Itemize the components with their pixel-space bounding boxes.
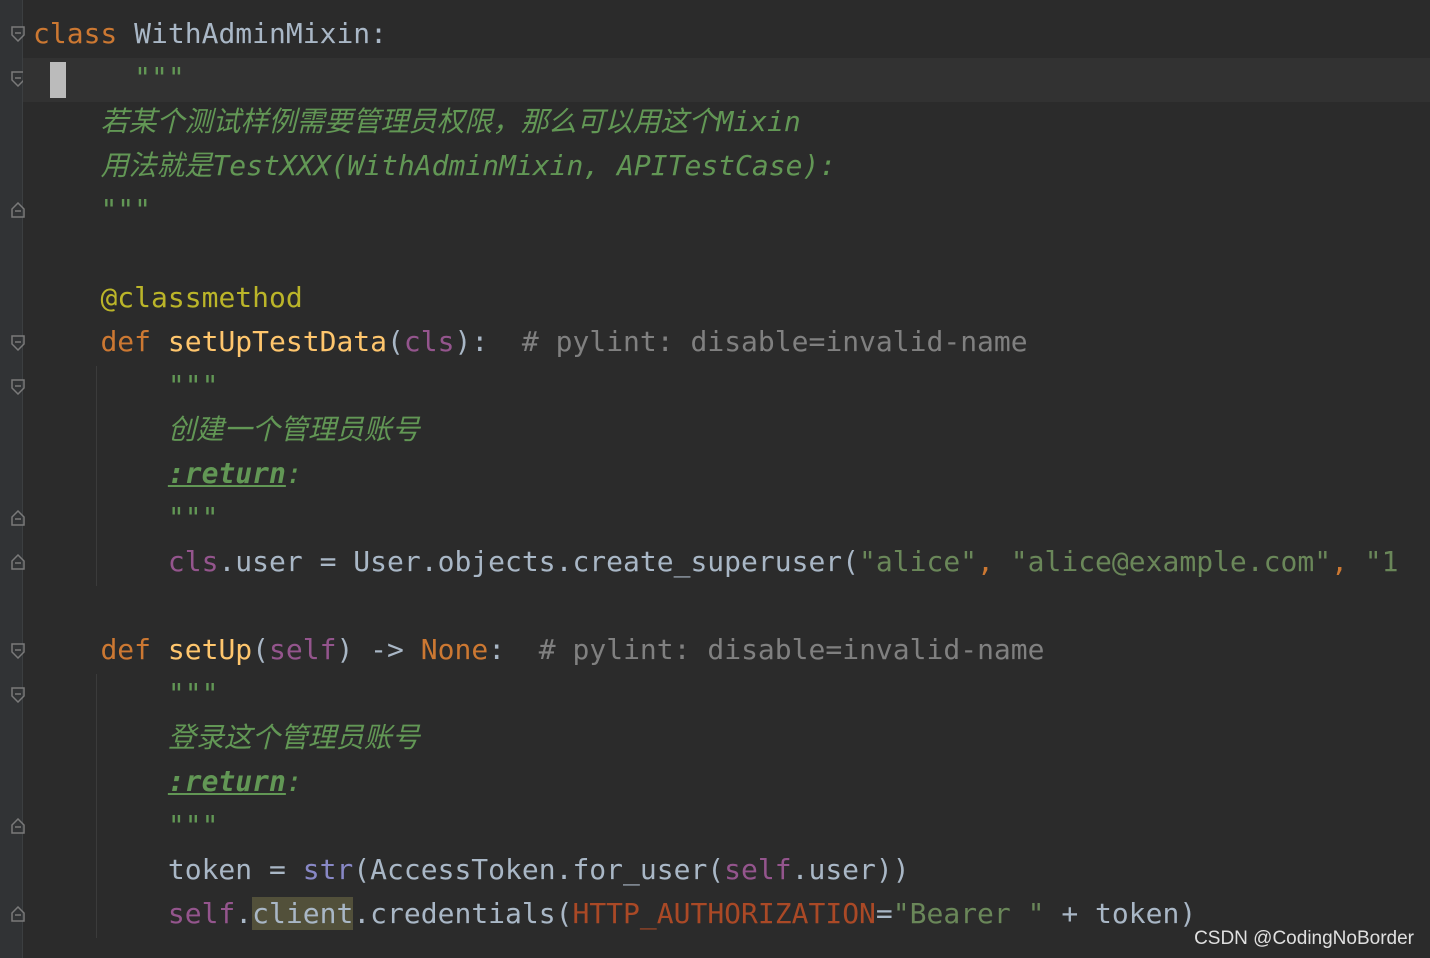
function-name: setUpTestData <box>167 325 388 358</box>
code-line-def-setup[interactable]: def setUp(self) -> None: # pylint: disab… <box>33 628 1045 672</box>
paren: ( <box>252 633 270 666</box>
docstring-quotes: """ <box>167 809 219 842</box>
code-line-docstring-open[interactable]: """ <box>33 672 219 716</box>
string-literal: "alice@example.com" <box>1010 545 1332 578</box>
paren: ( <box>387 325 404 358</box>
code-line-docstring[interactable]: 用法就是TestXXX(WithAdminMixin, APITestCase)… <box>33 144 836 188</box>
code-line-docstring-close[interactable]: """ <box>33 804 219 848</box>
self-ref: self <box>167 897 236 930</box>
code-line-docstring[interactable]: 创建一个管理员账号 <box>33 408 420 452</box>
self-ref: self <box>724 853 792 886</box>
docstring-return-tag: :return <box>167 457 286 490</box>
code-text: .credentials( <box>353 897 573 930</box>
code-text: .user)) <box>791 853 910 886</box>
string-literal: "Bearer " <box>892 897 1045 930</box>
keyword-def: def <box>100 325 152 358</box>
string-literal: "1 <box>1364 545 1399 578</box>
docstring-quotes: """ <box>167 369 219 402</box>
docstring-quotes: """ <box>167 677 219 710</box>
current-line-highlight <box>23 58 1430 102</box>
fold-collapse-icon[interactable] <box>11 335 25 351</box>
comment: # pylint: disable=invalid-name <box>521 325 1028 358</box>
code-line-decorator[interactable]: @classmethod <box>33 276 303 320</box>
docstring-colon: : <box>285 457 303 490</box>
fold-collapse-icon[interactable] <box>11 643 25 659</box>
keyword-argument: HTTP_AUTHORIZATION <box>572 897 876 930</box>
arrow: ) -> <box>336 633 421 666</box>
class-name: WithAdminMixin: <box>117 17 388 50</box>
code-text: token = <box>167 853 303 886</box>
string-literal: "alice" <box>859 545 978 578</box>
fold-end-icon[interactable] <box>11 554 25 570</box>
paren: ): <box>454 325 489 358</box>
function-name: setUp <box>167 633 253 666</box>
code-line-docstring-close[interactable]: """ <box>33 496 219 540</box>
docstring-return-tag: :return <box>167 765 286 798</box>
docstring-quotes: """ <box>100 193 152 226</box>
watermark: CSDN @CodingNoBorder <box>1194 928 1414 949</box>
docstring-text: 用法就是TestXXX(WithAdminMixin, APITestCase)… <box>100 149 837 182</box>
fold-collapse-icon[interactable] <box>11 687 25 703</box>
editor-gutter <box>0 0 23 958</box>
decorator: @classmethod <box>100 281 303 314</box>
fold-collapse-icon[interactable] <box>11 379 25 395</box>
code-line-class-def[interactable]: class WithAdminMixin: <box>33 12 387 56</box>
code-line-docstring-close[interactable]: """ <box>33 188 151 232</box>
colon: : <box>488 633 506 666</box>
code-line-token-assign[interactable]: token = str(AccessToken.for_user(self.us… <box>33 848 910 892</box>
highlighted-identifier[interactable]: client <box>252 897 354 930</box>
code-line-docstring-open[interactable]: """ <box>33 56 185 100</box>
comment: # pylint: disable=invalid-name <box>538 633 1045 666</box>
docstring-colon: : <box>285 765 303 798</box>
code-text: + token) <box>1044 897 1197 930</box>
keyword-class: class <box>33 17 118 50</box>
comma: , <box>1331 545 1365 578</box>
comma: , <box>977 545 1011 578</box>
code-line-docstring[interactable]: 登录这个管理员账号 <box>33 716 420 760</box>
docstring-text: 创建一个管理员账号 <box>167 413 420 446</box>
docstring-quotes: """ <box>134 61 185 94</box>
code-line-def-setuptestdata[interactable]: def setUpTestData(cls): # pylint: disabl… <box>33 320 1028 364</box>
fold-end-icon[interactable] <box>11 510 25 526</box>
param-self: self <box>269 633 337 666</box>
cls-ref: cls <box>167 545 219 578</box>
docstring-text: 若某个测试样例需要管理员权限，那么可以用这个Mixin <box>100 105 801 138</box>
fold-end-icon[interactable] <box>11 818 25 834</box>
param-cls: cls <box>403 325 455 358</box>
code-line-docstring-tag[interactable]: :return: <box>33 452 303 496</box>
fold-end-icon[interactable] <box>11 906 25 922</box>
code-line-docstring-tag[interactable]: :return: <box>33 760 303 804</box>
dot: . <box>235 897 253 930</box>
keyword-def: def <box>100 633 152 666</box>
code-text: .user = User.objects.create_superuser( <box>218 545 860 578</box>
fold-end-icon[interactable] <box>11 202 25 218</box>
keyword-none: None <box>420 633 489 666</box>
docstring-text: 登录这个管理员账号 <box>167 721 420 754</box>
code-text: (AccessToken.for_user( <box>353 853 725 886</box>
docstring-quotes: """ <box>167 501 219 534</box>
equals: = <box>875 897 893 930</box>
code-line-create-superuser[interactable]: cls.user = User.objects.create_superuser… <box>33 540 1399 584</box>
builtin-str: str <box>302 853 354 886</box>
code-line-docstring[interactable]: 若某个测试样例需要管理员权限，那么可以用这个Mixin <box>33 100 801 144</box>
code-editor[interactable]: class WithAdminMixin: """ 若某个测试样例需要管理员权限… <box>0 0 1430 958</box>
code-line-credentials[interactable]: self.client.credentials(HTTP_AUTHORIZATI… <box>33 892 1196 936</box>
code-line-docstring-open[interactable]: """ <box>33 364 219 408</box>
fold-collapse-icon[interactable] <box>11 26 25 42</box>
